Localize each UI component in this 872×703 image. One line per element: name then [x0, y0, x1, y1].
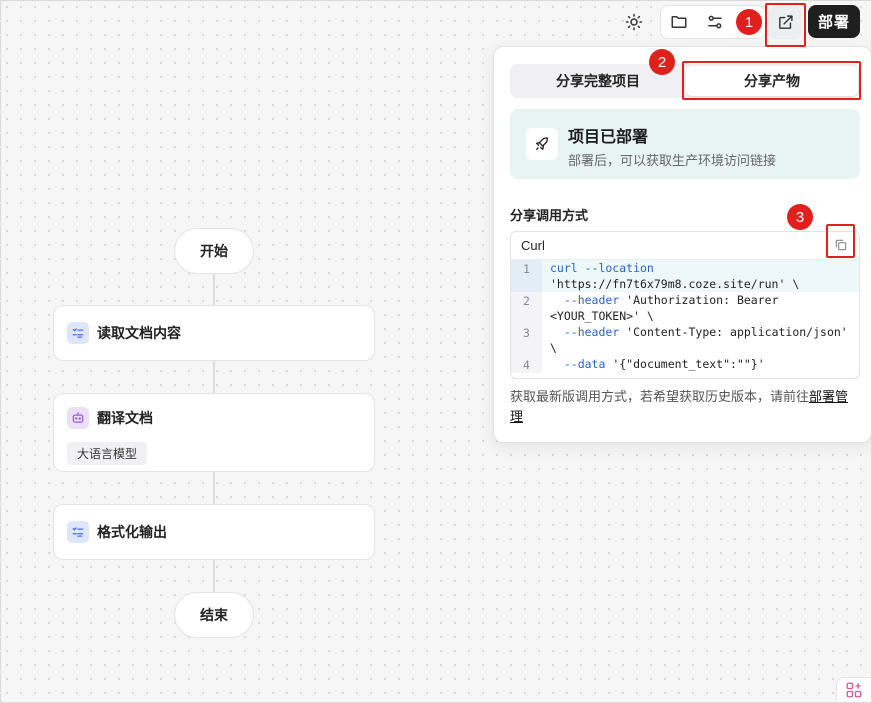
tab-share-artifact[interactable]: 分享产物 [686, 66, 858, 96]
connector-line [213, 273, 215, 305]
settings-button[interactable] [697, 6, 733, 38]
robot-icon [67, 407, 89, 429]
code-line: 1 curl --location 'https://fn7t6x79m8.co… [511, 260, 859, 292]
deployed-title: 项目已部署 [568, 129, 649, 146]
deploy-button[interactable]: 部署 [808, 5, 860, 38]
connector-line [213, 560, 215, 592]
external-share-icon [778, 14, 793, 29]
annotation-badge-1: 1 [736, 9, 762, 35]
rocket-icon [526, 128, 558, 160]
footer-note: 获取最新版调用方式，若希望获取历史版本，请前往部署管理 [510, 389, 849, 424]
sliders-icon [708, 15, 722, 29]
code-icon [67, 322, 89, 344]
node-tag: 大语言模型 [67, 442, 148, 465]
apps-sparkle-icon [846, 682, 862, 698]
workflow-node-format[interactable]: 格式化输出 [53, 504, 375, 560]
folder-button[interactable] [661, 6, 697, 38]
share-mode-tabs: 分享完整项目 分享产物 [510, 64, 860, 98]
annotation-badge-3: 3 [787, 204, 813, 230]
connector-line [213, 472, 215, 504]
code-line: 4 --data '{"document_text":""}' [511, 356, 859, 373]
code-block: Curl 1 curl --location 'https://fn7t6x79… [510, 231, 860, 379]
code-line: 3 --header 'Content-Type: application/js… [511, 324, 859, 356]
code-line: 2 --header 'Authorization: Bearer <YOUR_… [511, 292, 859, 324]
apps-button[interactable] [836, 677, 872, 703]
deployed-status-card: 项目已部署 部署后，可以获取生产环境访问链接 [510, 109, 860, 179]
connector-line [213, 361, 215, 393]
start-node[interactable]: 开始 [174, 228, 254, 274]
node-title: 翻译文档 [97, 410, 153, 426]
section-title: 分享调用方式 [510, 208, 589, 223]
share-button[interactable] [768, 5, 802, 39]
folder-icon [671, 16, 687, 28]
share-popover: 分享完整项目 分享产物 项目已部署 部署后，可以获取生产环境访问链接 分享调用方… [493, 46, 872, 443]
code-icon [67, 521, 89, 543]
code-header: Curl [511, 232, 859, 260]
theme-toggle-button[interactable] [620, 8, 648, 36]
workflow-node-read[interactable]: 读取文档内容 [53, 305, 375, 361]
deployed-subtitle: 部署后，可以获取生产环境访问链接 [568, 153, 777, 168]
sun-icon [625, 13, 643, 31]
node-title: 格式化输出 [97, 524, 167, 540]
workflow-node-translate[interactable]: 翻译文档 大语言模型 [53, 393, 375, 472]
end-node[interactable]: 结束 [174, 592, 254, 638]
code-content: 1 curl --location 'https://fn7t6x79m8.co… [511, 260, 859, 373]
annotation-badge-2: 2 [649, 49, 675, 75]
code-language: Curl [521, 238, 545, 253]
node-title: 读取文档内容 [97, 325, 181, 341]
copy-icon[interactable] [834, 238, 850, 254]
